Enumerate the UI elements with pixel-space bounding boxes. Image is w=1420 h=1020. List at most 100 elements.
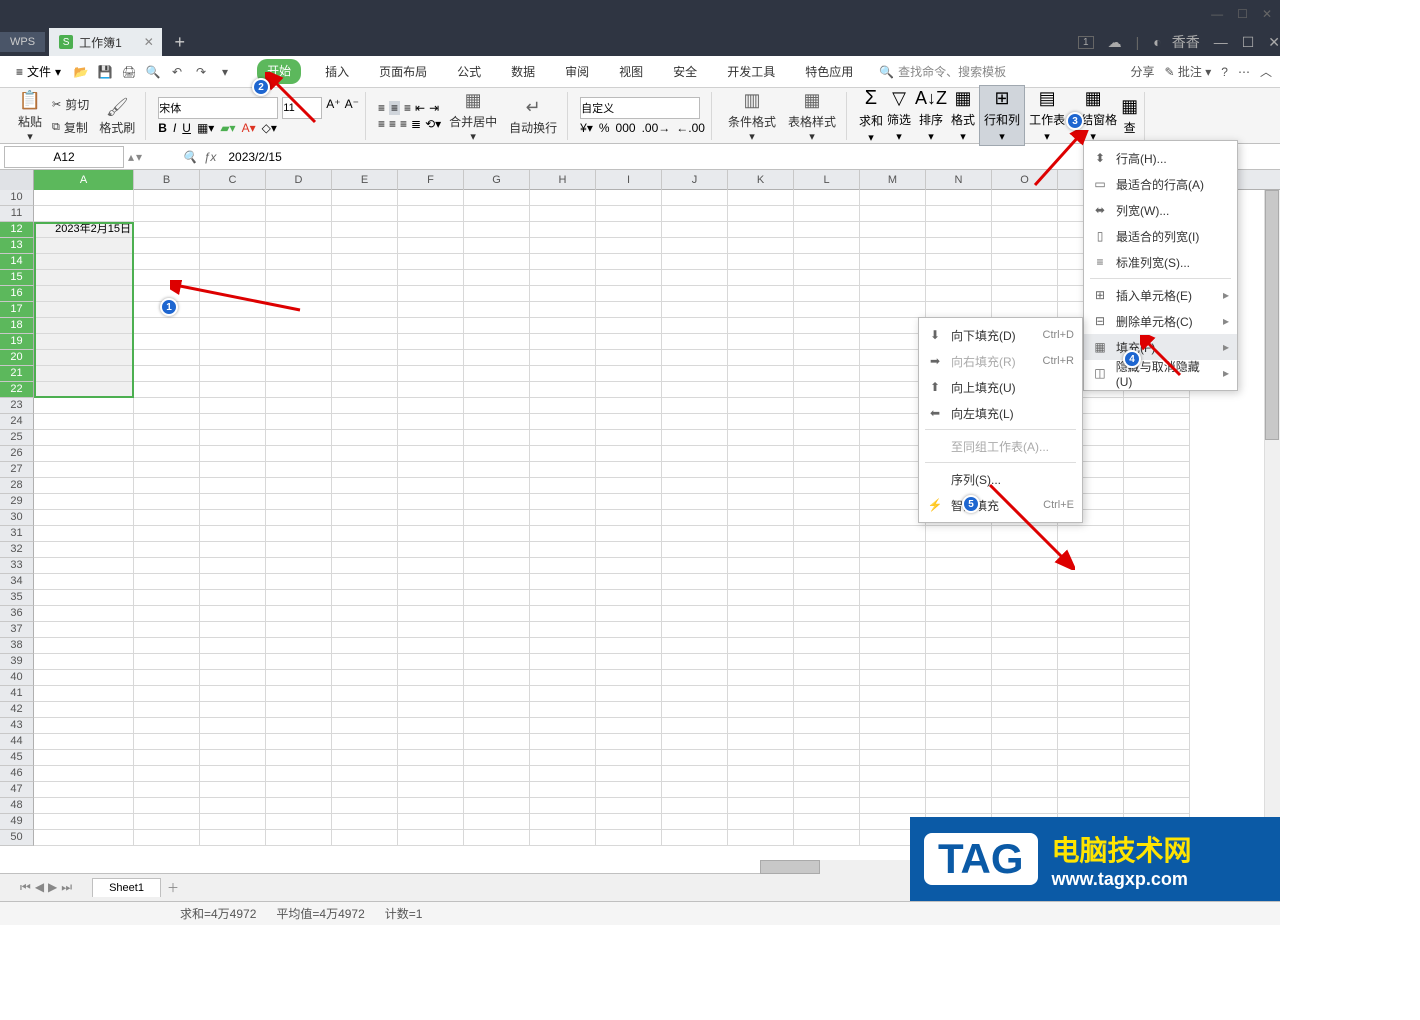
cell-N31[interactable] — [926, 526, 992, 542]
cell-K34[interactable] — [728, 574, 794, 590]
cell-F34[interactable] — [398, 574, 464, 590]
cell-N47[interactable] — [926, 782, 992, 798]
cell-Q29[interactable] — [1124, 494, 1190, 510]
cell-B11[interactable] — [134, 206, 200, 222]
outer-close-icon[interactable]: ✕ — [1262, 7, 1272, 21]
cell-E30[interactable] — [332, 510, 398, 526]
tab-developer[interactable]: 开发工具 — [721, 59, 781, 84]
row-header-35[interactable]: 35 — [0, 590, 34, 606]
row-header-18[interactable]: 18 — [0, 318, 34, 334]
orientation-icon[interactable]: ⟲▾ — [425, 117, 441, 131]
cell-K46[interactable] — [728, 766, 794, 782]
cell-G47[interactable] — [464, 782, 530, 798]
more-qat-icon[interactable]: ▾ — [215, 62, 235, 82]
cell-E12[interactable] — [332, 222, 398, 238]
cell-H47[interactable] — [530, 782, 596, 798]
cell-M38[interactable] — [860, 638, 926, 654]
cell-L40[interactable] — [794, 670, 860, 686]
cell-J39[interactable] — [662, 654, 728, 670]
cell-A10[interactable] — [34, 190, 134, 206]
cell-J38[interactable] — [662, 638, 728, 654]
sheet-next-icon[interactable]: ▶ — [48, 880, 57, 895]
merge-button[interactable]: ▦合并居中▾ — [445, 87, 501, 145]
cell-K28[interactable] — [728, 478, 794, 494]
cell-G33[interactable] — [464, 558, 530, 574]
cell-G34[interactable] — [464, 574, 530, 590]
cell-B43[interactable] — [134, 718, 200, 734]
cell-G16[interactable] — [464, 286, 530, 302]
cell-P42[interactable] — [1058, 702, 1124, 718]
cell-H10[interactable] — [530, 190, 596, 206]
cell-B40[interactable] — [134, 670, 200, 686]
cell-H40[interactable] — [530, 670, 596, 686]
cell-G31[interactable] — [464, 526, 530, 542]
cell-E19[interactable] — [332, 334, 398, 350]
cell-O39[interactable] — [992, 654, 1058, 670]
cell-J44[interactable] — [662, 734, 728, 750]
tab-insert[interactable]: 插入 — [319, 59, 355, 84]
cell-K45[interactable] — [728, 750, 794, 766]
cell-C39[interactable] — [200, 654, 266, 670]
cell-D19[interactable] — [266, 334, 332, 350]
cell-H29[interactable] — [530, 494, 596, 510]
cell-D29[interactable] — [266, 494, 332, 510]
close-tab-icon[interactable]: ✕ — [144, 35, 154, 49]
cell-G27[interactable] — [464, 462, 530, 478]
cell-N46[interactable] — [926, 766, 992, 782]
cell-L46[interactable] — [794, 766, 860, 782]
cell-K17[interactable] — [728, 302, 794, 318]
cell-N43[interactable] — [926, 718, 992, 734]
col-header-C[interactable]: C — [200, 170, 266, 190]
cell-E40[interactable] — [332, 670, 398, 686]
cell-J36[interactable] — [662, 606, 728, 622]
row-header-39[interactable]: 39 — [0, 654, 34, 670]
cell-D12[interactable] — [266, 222, 332, 238]
sheet-first-icon[interactable]: ⏮ — [20, 880, 31, 895]
cell-G35[interactable] — [464, 590, 530, 606]
cell-N45[interactable] — [926, 750, 992, 766]
menu-item[interactable]: ⬍行高(H)... — [1084, 145, 1237, 171]
cell-B22[interactable] — [134, 382, 200, 398]
cell-M32[interactable] — [860, 542, 926, 558]
cell-O40[interactable] — [992, 670, 1058, 686]
cell-C38[interactable] — [200, 638, 266, 654]
format-button[interactable]: ▦格式▾ — [951, 88, 975, 143]
cell-O43[interactable] — [992, 718, 1058, 734]
cell-F44[interactable] — [398, 734, 464, 750]
align-left-icon[interactable]: ≡ — [378, 117, 385, 131]
dec-dec-icon[interactable]: ←.00 — [676, 121, 705, 135]
row-header-21[interactable]: 21 — [0, 366, 34, 382]
thousands-icon[interactable]: 000 — [616, 121, 636, 135]
cell-M35[interactable] — [860, 590, 926, 606]
cell-N17[interactable] — [926, 302, 992, 318]
cell-F15[interactable] — [398, 270, 464, 286]
cell-N12[interactable] — [926, 222, 992, 238]
cell-F45[interactable] — [398, 750, 464, 766]
cell-O37[interactable] — [992, 622, 1058, 638]
cell-B19[interactable] — [134, 334, 200, 350]
cell-J37[interactable] — [662, 622, 728, 638]
row-header-41[interactable]: 41 — [0, 686, 34, 702]
cell-C44[interactable] — [200, 734, 266, 750]
cell-D20[interactable] — [266, 350, 332, 366]
cell-E50[interactable] — [332, 830, 398, 846]
cell-L29[interactable] — [794, 494, 860, 510]
cell-E38[interactable] — [332, 638, 398, 654]
menu-item[interactable]: 序列(S)... — [919, 466, 1082, 492]
cell-B41[interactable] — [134, 686, 200, 702]
cell-Q26[interactable] — [1124, 446, 1190, 462]
cell-K40[interactable] — [728, 670, 794, 686]
cell-C48[interactable] — [200, 798, 266, 814]
cell-C13[interactable] — [200, 238, 266, 254]
filter-button[interactable]: ▽筛选▾ — [887, 88, 911, 143]
share-button[interactable]: 分享 — [1131, 63, 1155, 80]
menu-item[interactable]: ⊟删除单元格(C)▸ — [1084, 308, 1237, 334]
col-header-L[interactable]: L — [794, 170, 860, 190]
cell-H49[interactable] — [530, 814, 596, 830]
cell-G28[interactable] — [464, 478, 530, 494]
menu-item[interactable]: ▭最适合的行高(A) — [1084, 171, 1237, 197]
cell-H39[interactable] — [530, 654, 596, 670]
undo-icon[interactable]: ↶ — [167, 62, 187, 82]
cell-A29[interactable] — [34, 494, 134, 510]
cell-G17[interactable] — [464, 302, 530, 318]
